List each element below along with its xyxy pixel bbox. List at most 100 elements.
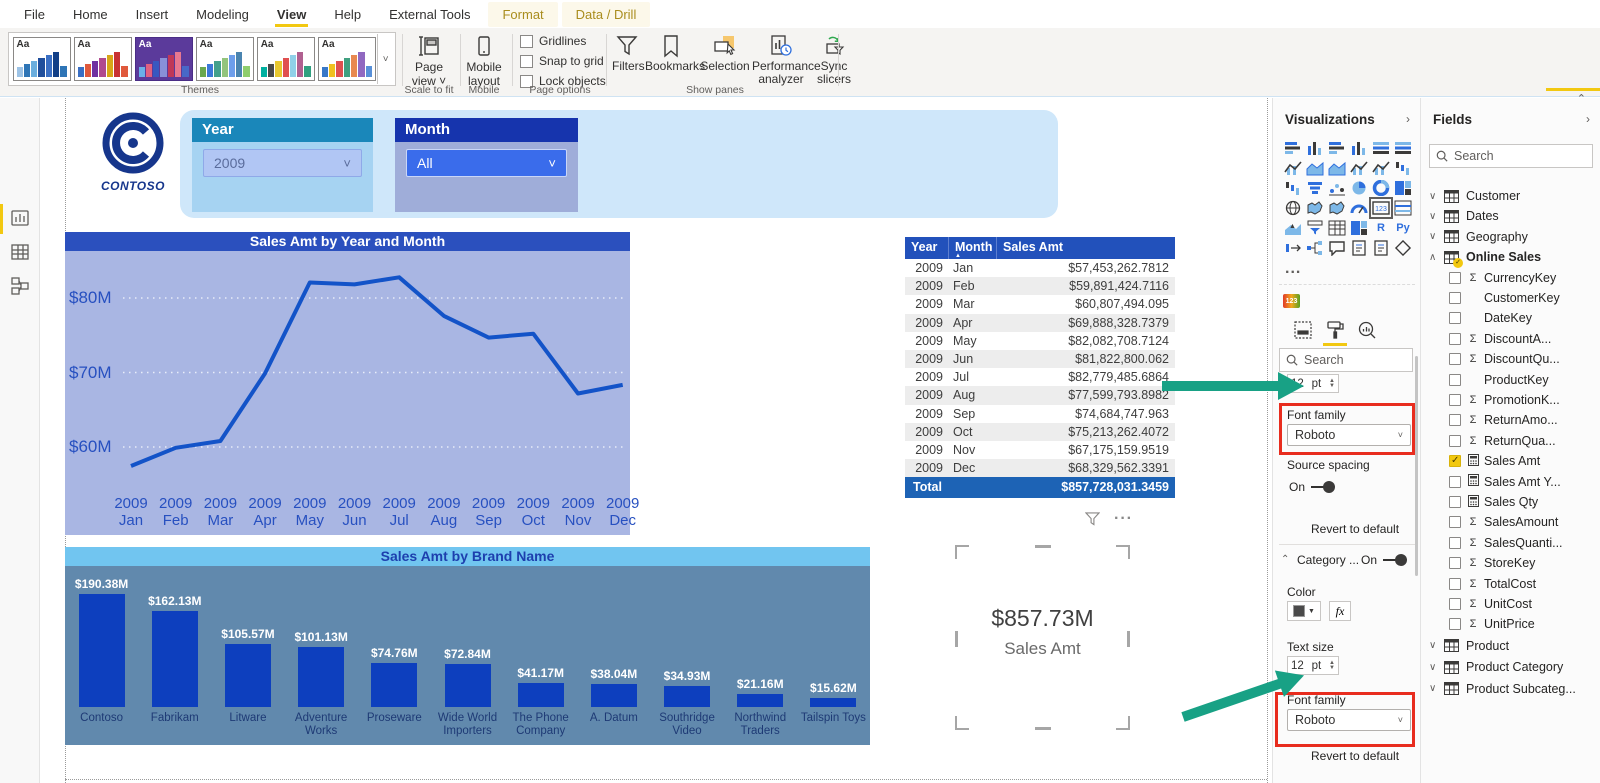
source-spacing-toggle[interactable]: On <box>1289 480 1336 494</box>
theme-thumbnail-1[interactable]: Aa <box>12 37 71 81</box>
chevron-up-icon[interactable]: ∧ <box>1429 252 1443 263</box>
fields-table-product[interactable]: ∨ Product <box>1421 636 1600 656</box>
bookmarks-button[interactable]: Bookmarks <box>645 34 705 73</box>
scatter-chart-icon[interactable] <box>1326 178 1348 198</box>
field-checkbox[interactable] <box>1449 557 1461 570</box>
collapse-visualizations-pane-icon[interactable]: › <box>1406 112 1410 126</box>
bar-northwind-traders[interactable] <box>737 694 784 707</box>
field-checkbox-checked[interactable] <box>1449 455 1461 468</box>
fields-table-product-category[interactable]: ∨ Product Category <box>1421 657 1600 677</box>
month-slicer-dropdown[interactable]: All ˅ <box>406 149 567 177</box>
theme-thumbnail-4[interactable]: Aa <box>195 37 254 81</box>
field-item-sales-amt[interactable]: Sales Amt <box>1421 451 1600 471</box>
table-column-header-month[interactable]: Month ▲ <box>949 237 997 259</box>
field-item-returnamo-[interactable]: Σ ReturnAmo... <box>1421 410 1600 430</box>
line-clustered-column-chart-icon[interactable] <box>1370 158 1392 178</box>
selection-button[interactable]: Selection <box>700 34 750 73</box>
bar-adventure-works[interactable] <box>298 646 345 707</box>
field-item-currencykey[interactable]: Σ CurrencyKey <box>1421 268 1600 288</box>
field-checkbox[interactable] <box>1449 496 1461 508</box>
font-family-dropdown[interactable]: Roboto ˅ <box>1287 424 1411 446</box>
field-checkbox[interactable] <box>1449 598 1461 610</box>
bar-proseware[interactable] <box>371 662 418 707</box>
fields-table-dates[interactable]: ∨ Dates <box>1421 206 1600 226</box>
filter-funnel-icon[interactable] <box>1085 512 1100 526</box>
chevron-down-icon[interactable]: ∨ <box>1429 662 1443 673</box>
map-icon[interactable] <box>1282 198 1304 218</box>
bar-the-phone-company[interactable] <box>517 682 564 707</box>
revert-to-default-link-2[interactable]: Revert to default <box>1311 749 1399 763</box>
ribbon-tab-home[interactable]: Home <box>59 2 122 27</box>
field-checkbox[interactable] <box>1449 312 1461 325</box>
resize-handle-nw[interactable] <box>955 545 969 559</box>
field-item-unitprice[interactable]: Σ UnitPrice <box>1421 614 1600 634</box>
color-picker-dropdown[interactable]: ▼ <box>1287 601 1321 621</box>
resize-handle-n[interactable] <box>1035 545 1051 548</box>
field-item-discountqu-[interactable]: Σ DiscountQu... <box>1421 349 1600 369</box>
format-tab[interactable] <box>1323 320 1347 346</box>
filled-map-icon[interactable] <box>1304 198 1326 218</box>
python-script-icon[interactable]: Py <box>1392 218 1414 238</box>
field-item-salesamount[interactable]: Σ SalesAmount <box>1421 512 1600 532</box>
field-item-sales-qty[interactable]: Sales Qty <box>1421 492 1600 512</box>
collapse-section-icon[interactable]: ⌃ <box>1281 554 1289 565</box>
field-item-totalcost[interactable]: Σ TotalCost <box>1421 574 1600 594</box>
chevron-down-icon[interactable]: ∨ <box>1429 231 1443 242</box>
field-item-customerkey[interactable]: CustomerKey <box>1421 288 1600 308</box>
checkbox-box[interactable] <box>520 54 533 68</box>
more-visuals-button[interactable]: ... <box>1285 260 1301 278</box>
bar-fabrikam[interactable] <box>151 610 198 707</box>
field-checkbox[interactable] <box>1449 271 1461 284</box>
paginated-report-icon[interactable] <box>1370 238 1392 258</box>
field-item-productkey[interactable]: ProductKey <box>1421 370 1600 390</box>
line-stacked-column-chart-icon[interactable] <box>1348 158 1370 178</box>
pie-chart-icon[interactable] <box>1348 178 1370 198</box>
ribbon-tab-external-tools[interactable]: External Tools <box>375 2 484 27</box>
qa-visual-icon[interactable] <box>1326 238 1348 258</box>
ribbon-tab-view[interactable]: View <box>263 2 320 27</box>
stacked-column-chart-icon[interactable] <box>1304 138 1326 158</box>
custom-visual-card-icon[interactable]: 123 <box>1283 294 1300 308</box>
report-view-icon[interactable] <box>10 208 32 230</box>
fields-tab[interactable] <box>1291 320 1315 342</box>
theme-thumbnail-6[interactable]: Aa <box>317 37 376 81</box>
theme-thumbnail-3[interactable]: Aa <box>134 37 193 81</box>
category-toggle[interactable]: On <box>1361 553 1408 567</box>
chevron-down-icon[interactable]: ∨ <box>1429 211 1443 222</box>
ribbon-chart-icon[interactable] <box>1392 158 1414 178</box>
funnel-chart-icon[interactable] <box>1304 178 1326 198</box>
resize-handle-sw[interactable] <box>955 716 969 730</box>
theme-thumbnail-2[interactable]: Aa <box>73 37 132 81</box>
line-chart-visual[interactable]: Sales Amt by Year and Month $60M $70M $80M… <box>65 232 639 535</box>
field-checkbox[interactable] <box>1449 434 1461 447</box>
kpi-icon[interactable]: ▲ <box>1282 218 1304 238</box>
power-apps-icon[interactable] <box>1282 238 1304 258</box>
table-column-header-year[interactable]: Year <box>905 237 949 259</box>
field-checkbox[interactable] <box>1449 536 1461 549</box>
field-item-unitcost[interactable]: Σ UnitCost <box>1421 594 1600 614</box>
field-checkbox[interactable] <box>1449 618 1461 631</box>
stacked-bar-100-chart-icon[interactable] <box>1370 138 1392 158</box>
line-chart-icon[interactable] <box>1282 158 1304 178</box>
shape-map-icon[interactable] <box>1326 198 1348 218</box>
field-item-returnqua-[interactable]: Σ ReturnQua... <box>1421 431 1600 451</box>
bar-southridge-video[interactable] <box>664 686 711 707</box>
field-item-storekey[interactable]: Σ StoreKey <box>1421 553 1600 573</box>
field-checkbox[interactable] <box>1449 332 1461 345</box>
waterfall-chart-icon[interactable] <box>1282 178 1304 198</box>
resize-handle-se[interactable] <box>1116 716 1130 730</box>
resize-handle-s[interactable] <box>1035 727 1051 730</box>
field-checkbox[interactable] <box>1449 414 1461 427</box>
bar-contoso[interactable] <box>78 594 125 707</box>
analytics-tab[interactable] <box>1355 320 1379 342</box>
table-icon[interactable] <box>1326 218 1348 238</box>
data-view-icon[interactable] <box>10 242 32 264</box>
ribbon-tab-data-drill[interactable]: Data / Drill <box>561 1 651 27</box>
stacked-bar-chart-icon[interactable] <box>1282 138 1304 158</box>
chevron-down-icon[interactable]: ∨ <box>1429 683 1443 694</box>
page-view-button[interactable]: Page view ˅ <box>406 34 452 88</box>
table-visual[interactable]: Year Month ▲ Sales Amt 2009 Jan $57,453,262.7… <box>905 237 1175 499</box>
fields-table-customer[interactable]: ∨ Customer <box>1421 186 1600 206</box>
theme-thumbnail-5[interactable]: Aa <box>256 37 315 81</box>
slicer-icon[interactable] <box>1304 218 1326 238</box>
